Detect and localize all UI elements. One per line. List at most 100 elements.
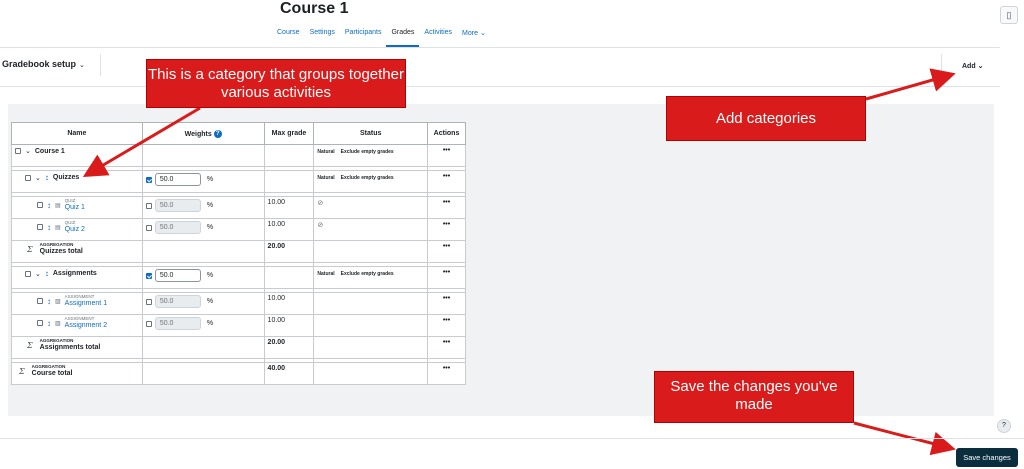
weight-override-checkbox[interactable] [145, 224, 152, 231]
select-checkbox[interactable] [15, 148, 21, 154]
category-name: Quizzes [52, 174, 80, 181]
max-grade: 20.00 [263, 336, 315, 359]
item-link[interactable]: Quiz 1 [65, 204, 85, 212]
max-grade: 10.00 [263, 196, 315, 219]
total-name: Quizzes total [39, 247, 83, 255]
tab-more[interactable]: More ⌄ [457, 24, 491, 47]
category-name: Assignments [52, 270, 97, 277]
max-grade: 10.00 [263, 218, 315, 241]
move-icon[interactable]: ↕ [47, 297, 51, 306]
add-dropdown-button[interactable]: Add ⌄ [962, 62, 983, 70]
status-exclude-empty: Exclude empty grades [340, 175, 394, 181]
gradebook-setup-dropdown[interactable]: Gradebook setup ⌄ [2, 59, 85, 69]
tab-activities[interactable]: Activities [419, 24, 457, 47]
table-row: ⌄ ↕ Quizzes 50.0% Natural Exclude empty g… [11, 170, 466, 193]
header-weights-label: Weights [184, 130, 212, 138]
weight-input[interactable]: 50.0 [154, 173, 201, 186]
weight-override-checkbox[interactable] [145, 298, 152, 305]
percent-sign: % [206, 320, 214, 327]
move-icon[interactable]: ↕ [47, 201, 51, 210]
arrow-to-add [865, 68, 956, 101]
tab-settings[interactable]: Settings [305, 24, 340, 47]
weight-override-checkbox[interactable] [145, 272, 152, 279]
actions-menu-button[interactable]: ••• [427, 362, 466, 385]
page-title: Course 1 [280, 0, 349, 17]
course-nav: Course Settings Participants Grades Acti… [272, 24, 491, 48]
callout-add-categories: Add categories [666, 96, 866, 141]
max-grade: 20.00 [263, 240, 315, 263]
actions-menu-button[interactable]: ••• [427, 292, 466, 315]
add-label: Add [962, 63, 976, 70]
tab-grades[interactable]: Grades [386, 24, 420, 47]
chevron-down-icon[interactable]: ⌄ [35, 174, 41, 182]
help-button[interactable]: ? [997, 419, 1011, 433]
table-row: Σ AGGREGATION Quizzes total 20.00 ••• [11, 240, 466, 263]
tab-participants[interactable]: Participants [340, 24, 387, 47]
percent-sign: % [206, 202, 214, 209]
status-exclude-empty: Exclude empty grades [340, 271, 394, 277]
drawer-toggle-icon[interactable]: ▯ [1000, 6, 1018, 24]
move-icon[interactable]: ↕ [45, 173, 49, 182]
actions-menu-button[interactable]: ••• [427, 314, 466, 337]
table-row: ↕ ▤ QUIZ Quiz 1 50.0% 10.00 ⊘ ••• [11, 196, 466, 219]
percent-sign: % [206, 298, 214, 305]
weight-override-checkbox[interactable] [145, 202, 152, 209]
toolbar-divider [100, 54, 101, 76]
header-weights: Weights? [141, 122, 265, 145]
select-checkbox[interactable] [37, 320, 43, 327]
header-actions: Actions [427, 122, 466, 145]
item-link[interactable]: Assignment 1 [65, 300, 107, 308]
quiz-icon: ▤ [55, 202, 61, 209]
select-checkbox[interactable] [37, 298, 43, 305]
actions-menu-button[interactable]: ••• [427, 240, 466, 263]
weight-input[interactable]: 50.0 [154, 221, 201, 234]
select-checkbox[interactable] [37, 202, 43, 209]
info-icon[interactable]: ? [213, 129, 222, 138]
table-row: ⌄ ↕ Assignments 50.0% Natural Exclude emp… [11, 266, 466, 289]
chevron-down-icon: ⌄ [79, 62, 85, 69]
weight-input[interactable]: 50.0 [154, 199, 201, 212]
chevron-down-icon[interactable]: ⌄ [35, 270, 41, 278]
callout-category: This is a category that groups together … [146, 59, 406, 108]
actions-menu-button[interactable]: ••• [427, 144, 466, 167]
percent-sign: % [206, 224, 214, 231]
actions-menu-button[interactable]: ••• [427, 170, 466, 193]
sigma-icon: Σ [27, 244, 33, 254]
item-link[interactable]: Quiz 2 [65, 226, 85, 234]
gradebook-setup-label: Gradebook setup [2, 59, 77, 69]
callout-save-changes: Save the changes you've made [654, 371, 854, 423]
status-natural: Natural [317, 149, 335, 155]
move-icon[interactable]: ↕ [47, 223, 51, 232]
weight-input[interactable]: 50.0 [154, 317, 201, 330]
weight-override-checkbox[interactable] [145, 176, 152, 183]
actions-menu-button[interactable]: ••• [427, 196, 466, 219]
sigma-icon: Σ [27, 340, 33, 350]
move-icon[interactable]: ↕ [47, 319, 51, 328]
tab-course[interactable]: Course [272, 24, 305, 47]
status-exclude-empty: Exclude empty grades [340, 149, 394, 155]
select-checkbox[interactable] [25, 174, 31, 181]
header-max-grade: Max grade [263, 122, 315, 145]
actions-menu-button[interactable]: ••• [427, 266, 466, 289]
chevron-down-icon: ⌄ [977, 63, 984, 70]
weight-input[interactable]: 50.0 [154, 295, 201, 308]
weight-input[interactable]: 50.0 [154, 269, 201, 282]
table-row: Σ AGGREGATION Assignments total 20.00 ••• [11, 336, 466, 359]
item-link[interactable]: Assignment 2 [65, 322, 107, 330]
actions-menu-button[interactable]: ••• [427, 218, 466, 241]
save-changes-button[interactable]: Save changes [956, 448, 1018, 467]
move-icon[interactable]: ↕ [45, 269, 49, 278]
actions-menu-button[interactable]: ••• [427, 336, 466, 359]
toolbar-divider [941, 54, 942, 76]
table-row: ⌄ Course 1 Natural Exclude empty grades •… [11, 144, 466, 167]
select-checkbox[interactable] [37, 224, 43, 231]
quiz-icon: ▤ [55, 224, 61, 231]
table-row: ↕ ▧ ASSIGNMENT Assignment 2 50.0% 10.00 •… [11, 314, 466, 337]
max-grade: 40.00 [263, 362, 315, 385]
select-checkbox[interactable] [25, 270, 31, 277]
percent-sign: % [206, 176, 214, 183]
weight-override-checkbox[interactable] [145, 320, 152, 327]
header-status: Status [313, 122, 429, 145]
total-name: Course total [31, 369, 73, 377]
chevron-down-icon[interactable]: ⌄ [25, 147, 31, 155]
